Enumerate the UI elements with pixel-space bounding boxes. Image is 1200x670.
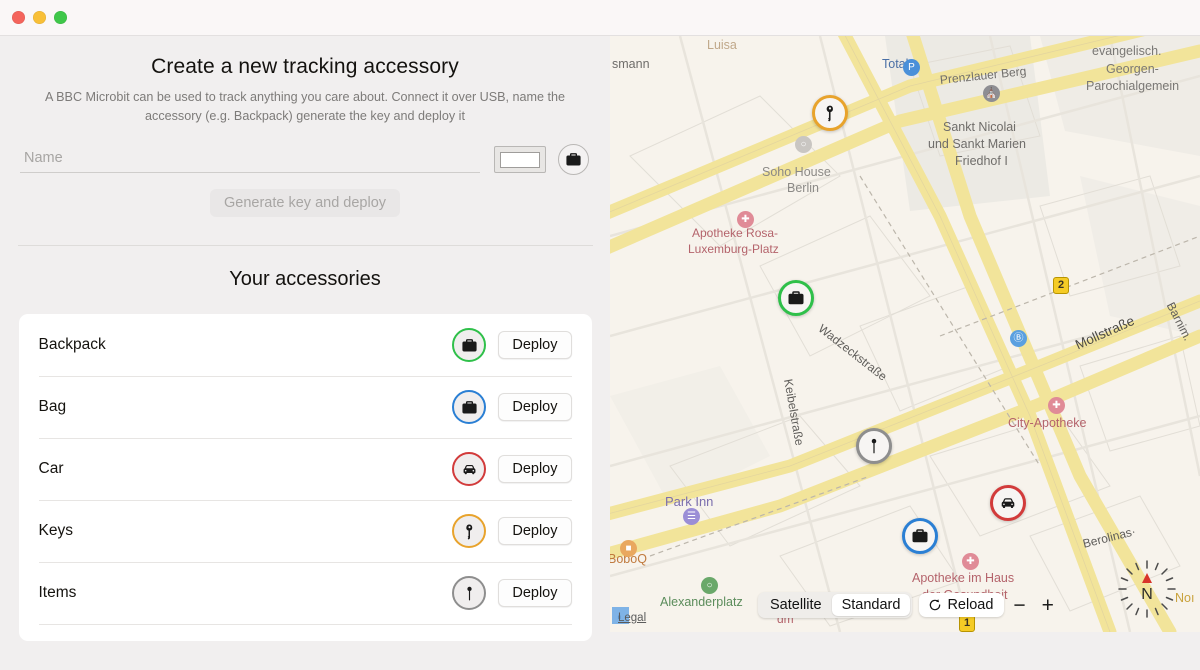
color-swatch: [500, 151, 540, 168]
map-poi-icon: ○: [701, 577, 718, 594]
map-marker-car[interactable]: [990, 485, 1026, 521]
close-window-button[interactable]: [12, 11, 25, 24]
key-icon: [466, 524, 473, 540]
your-accessories-title: Your accessories: [229, 268, 381, 290]
pin-icon: [871, 438, 877, 454]
accessory-row: Keys Deploy: [19, 500, 592, 562]
compass-icon: N: [1118, 560, 1176, 618]
pin-icon: [467, 586, 472, 600]
deploy-button[interactable]: Deploy: [498, 331, 572, 359]
map-poi-icon: Ⓑ: [1010, 330, 1027, 347]
accessory-color-picker[interactable]: [494, 146, 546, 173]
accessory-row: Car Deploy: [19, 438, 592, 500]
accessory-row: Backpack Deploy: [19, 314, 592, 376]
row-separator: [38, 562, 572, 563]
map-zoom-in-button[interactable]: +: [1042, 595, 1054, 616]
accessory-icon-badge[interactable]: [452, 576, 487, 610]
row-separator: [38, 376, 572, 377]
deploy-button[interactable]: Deploy: [498, 517, 572, 545]
map-compass[interactable]: N: [1115, 557, 1179, 621]
highway-shield: 2: [1053, 277, 1070, 294]
map-poi-icon: ✚: [962, 553, 979, 570]
briefcase-icon: [912, 529, 928, 543]
maximize-window-button[interactable]: [54, 11, 67, 24]
create-accessory-description: A BBC Microbit can be used to track anyt…: [44, 90, 566, 123]
map-marker-backpack[interactable]: [778, 280, 814, 316]
deploy-button[interactable]: Deploy: [498, 455, 572, 483]
map-zoom-controls: − +: [1013, 595, 1054, 616]
svg-text:N: N: [1141, 586, 1153, 603]
row-separator: [38, 500, 572, 501]
accessory-icon-badge[interactable]: [452, 390, 487, 424]
deploy-button[interactable]: Deploy: [498, 393, 572, 421]
map-marker-items[interactable]: [856, 428, 892, 464]
accessory-name-input[interactable]: [20, 146, 480, 173]
reload-icon: [930, 599, 941, 611]
map-controls: Satellite Standard Reload − +: [758, 592, 1054, 618]
accessory-row: Bag Deploy: [19, 376, 592, 438]
create-accessory-form: [20, 144, 590, 175]
map-poi-icon: ✚: [1048, 397, 1065, 414]
minimize-window-button[interactable]: [33, 11, 46, 24]
generate-key-and-deploy-button[interactable]: Generate key and deploy: [209, 189, 401, 217]
accessory-name: Bag: [38, 398, 67, 415]
briefcase-icon: [788, 291, 804, 305]
accessory-name: Keys: [38, 522, 73, 539]
accessory-icon-badge[interactable]: [452, 328, 487, 362]
map-poi-icon: ■: [620, 540, 637, 557]
window-bottom-strip: [610, 632, 1200, 670]
briefcase-icon: [462, 338, 477, 351]
map-legal-link[interactable]: Legal: [618, 612, 646, 624]
accessory-name: Car: [38, 460, 64, 477]
car-icon: [463, 464, 476, 474]
map-style-segmented-control: Satellite Standard: [758, 592, 913, 618]
accessory-icon-badge[interactable]: [452, 514, 487, 548]
key-icon: [826, 105, 833, 122]
row-separator: [38, 438, 572, 439]
map-poi-icon: ✚: [737, 211, 754, 228]
accessory-icon-preview-button[interactable]: [558, 144, 589, 175]
map-style-satellite[interactable]: Satellite: [760, 594, 832, 616]
accessory-icon-badge[interactable]: [452, 452, 487, 486]
map-reload-label: Reload: [947, 597, 994, 613]
map-style-standard[interactable]: Standard: [831, 594, 911, 616]
map-poi-icon: ○: [795, 136, 812, 153]
window-titlebar: [0, 0, 1200, 36]
accessory-name: Backpack: [38, 336, 106, 353]
deploy-button[interactable]: Deploy: [498, 579, 572, 607]
accessories-list: Backpack Deploy Bag Deploy Car Deploy Keys Depl…: [18, 314, 592, 641]
create-accessory-title: Create a new tracking accessory: [151, 55, 459, 78]
map-pane[interactable]: smann Total Prenzlauer Berg evangelisch. Geo…: [610, 36, 1200, 632]
map-zoom-out-button[interactable]: −: [1013, 595, 1025, 616]
left-pane: Create a new tracking accessory A BBC Mi…: [0, 36, 610, 670]
car-icon: [1001, 498, 1015, 509]
section-divider: [17, 245, 593, 246]
map-poi-icon: ⛪: [983, 85, 1000, 102]
map-marker-bag[interactable]: [902, 518, 938, 554]
map-marker-keys[interactable]: [812, 95, 848, 131]
app-window: Create a new tracking accessory A BBC Mi…: [0, 0, 1200, 670]
briefcase-icon: [566, 153, 581, 166]
briefcase-icon: [462, 400, 477, 413]
row-separator: [38, 624, 572, 625]
map-reload-button[interactable]: Reload: [919, 593, 1005, 617]
accessory-row: Items Deploy: [19, 562, 592, 624]
map-poi-icon: P: [903, 59, 920, 76]
map-poi-icon: ☰: [683, 508, 700, 525]
accessory-name: Items: [38, 584, 77, 601]
